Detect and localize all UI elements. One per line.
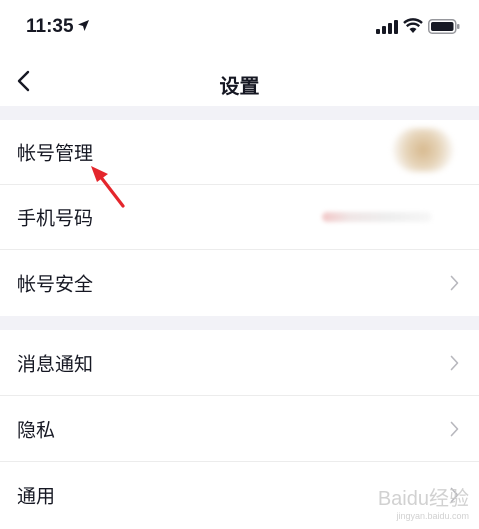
baidu-watermark: Baidu经验 jingyan.baidu.com xyxy=(378,482,469,521)
setting-label: 消息通知 xyxy=(17,353,94,375)
wifi-icon xyxy=(403,18,423,33)
location-arrow-icon xyxy=(78,20,89,31)
settings-section-account: 帐号管理 手机号码 帐号安全 xyxy=(0,120,479,316)
setting-row-phone[interactable]: 手机号码 xyxy=(0,185,479,250)
setting-label: 通用 xyxy=(17,485,56,508)
chevron-right-icon xyxy=(450,275,459,290)
setting-label: 手机号码 xyxy=(17,207,94,230)
setting-row-account-management[interactable]: 帐号管理 xyxy=(0,120,479,185)
phone-number-blurred xyxy=(322,212,432,222)
red-arrow-annotation xyxy=(91,166,125,208)
watermark-brand: Baidu经验 xyxy=(377,488,469,510)
setting-row-privacy[interactable]: 隐私 xyxy=(0,396,479,462)
setting-label: 帐号安全 xyxy=(17,273,94,295)
status-bar: 11:35 xyxy=(0,0,479,56)
setting-row-account-security[interactable]: 帐号安全 xyxy=(0,250,479,315)
signal-icon xyxy=(376,20,398,34)
chevron-right-icon xyxy=(450,421,459,436)
setting-row-notifications[interactable]: 消息通知 xyxy=(0,330,479,396)
nav-bar: 设置 xyxy=(0,56,479,106)
setting-label: 隐私 xyxy=(17,419,56,441)
setting-label: 帐号管理 xyxy=(17,142,94,165)
status-time: 11:35 xyxy=(26,16,74,37)
watermark-url: jingyan.baidu.com xyxy=(396,511,469,521)
page-title: 设置 xyxy=(219,74,260,98)
chevron-right-icon xyxy=(450,355,459,370)
battery-icon xyxy=(428,19,460,34)
avatar xyxy=(393,128,453,172)
